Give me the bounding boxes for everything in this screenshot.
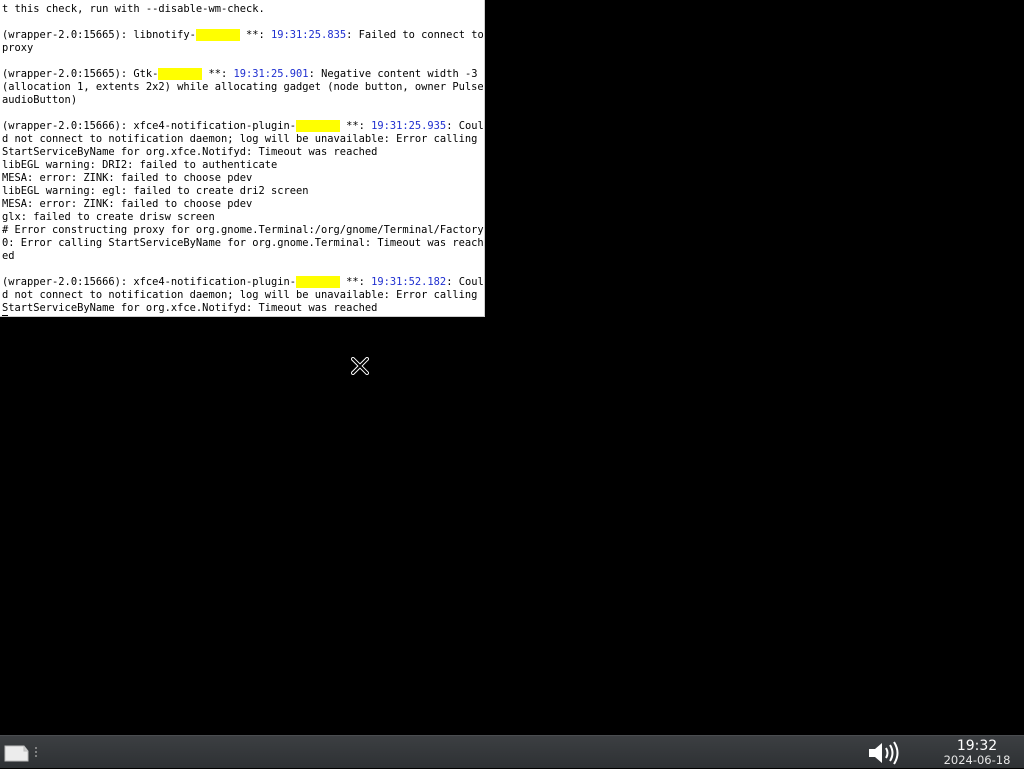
terminal-line: libEGL warning: egl: failed to create dr… xyxy=(2,185,484,198)
terminal-line: (wrapper-2.0:15666): xfce4-notification-… xyxy=(2,120,484,159)
log-text: **: xyxy=(239,29,272,41)
panel-handle-icon[interactable] xyxy=(33,745,39,761)
terminal-line: (wrapper-2.0:15665): libnotify-WARNING *… xyxy=(2,29,484,55)
log-text: # Error constructing proxy for org.gnome… xyxy=(2,224,484,262)
log-text: **: xyxy=(339,276,372,288)
timestamp: 19:31:25.835 xyxy=(271,29,347,41)
terminal-output[interactable]: t this check, run with --disable-wm-chec… xyxy=(2,3,484,316)
log-text: t this check, run with --disable-wm-chec… xyxy=(2,3,265,15)
warning-label: WARNING xyxy=(296,120,340,132)
log-text: libEGL warning: egl: failed to create dr… xyxy=(2,185,309,197)
timestamp: 19:31:52.182 xyxy=(371,276,447,288)
show-desktop-icon[interactable] xyxy=(4,744,30,762)
log-text: glx: failed to create drisw screen xyxy=(2,211,215,223)
clock-time: 19:32 xyxy=(956,738,998,754)
log-text: (wrapper-2.0:15666): xfce4-notification-… xyxy=(2,276,297,288)
speaker-volume-icon[interactable] xyxy=(866,739,900,767)
terminal-line: MESA: error: ZINK: failed to choose pdev xyxy=(2,172,484,185)
log-text: libEGL warning: DRI2: failed to authenti… xyxy=(2,159,278,171)
log-text: MESA: error: ZINK: failed to choose pdev xyxy=(2,172,253,184)
log-text: **: xyxy=(202,68,234,80)
text-cursor xyxy=(2,315,8,316)
terminal-window[interactable]: t this check, run with --disable-wm-chec… xyxy=(0,0,485,317)
warning-label: WARNING xyxy=(296,276,340,288)
terminal-line: (wrapper-2.0:15666): xfce4-notification-… xyxy=(2,276,484,315)
desktop[interactable]: t this check, run with --disable-wm-chec… xyxy=(0,0,1024,735)
terminal-line: glx: failed to create drisw screen xyxy=(2,211,484,224)
terminal-line: MESA: error: ZINK: failed to choose pdev xyxy=(2,198,484,211)
terminal-line: (wrapper-2.0:15665): Gtk-WARNING **: 19:… xyxy=(2,68,484,107)
terminal-line: # Error constructing proxy for org.gnome… xyxy=(2,224,484,263)
prompt-line xyxy=(2,315,484,316)
log-text: MESA: error: ZINK: failed to choose pdev xyxy=(2,198,253,210)
taskbar: 19:32 2024-06-18 xyxy=(0,735,1024,768)
x-cursor-icon xyxy=(351,357,369,375)
warning-label: WARNING xyxy=(195,29,240,41)
clock-date: 2024-06-18 xyxy=(943,753,1011,767)
log-text: (wrapper-2.0:15666): xfce4-notification-… xyxy=(2,120,297,132)
terminal-line: t this check, run with --disable-wm-chec… xyxy=(2,3,484,16)
log-text: (wrapper-2.0:15665): libnotify- xyxy=(2,29,196,41)
timestamp: 19:31:25.935 xyxy=(371,120,447,132)
timestamp: 19:31:25.901 xyxy=(233,68,309,80)
log-text: (wrapper-2.0:15665): Gtk- xyxy=(2,68,159,80)
clock[interactable]: 19:32 2024-06-18 xyxy=(930,737,1024,769)
terminal-line: libEGL warning: DRI2: failed to authenti… xyxy=(2,159,484,172)
log-text: **: xyxy=(339,120,372,132)
warning-label: WARNING xyxy=(158,68,203,80)
